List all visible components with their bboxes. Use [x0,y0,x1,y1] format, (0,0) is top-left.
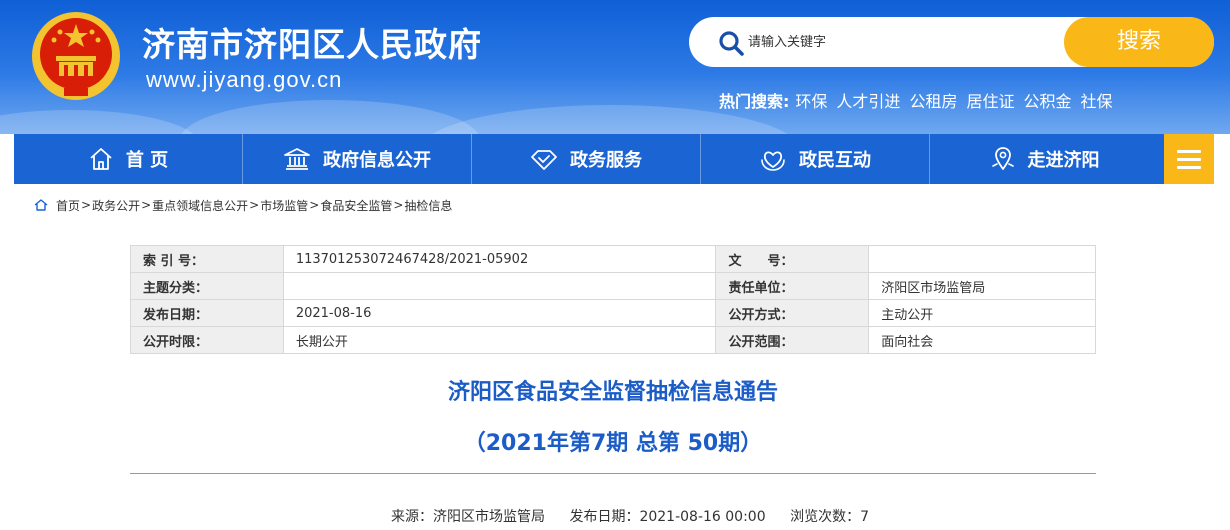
home-icon [34,199,48,211]
nav-item-about-jiyang[interactable]: 走进济阳 [930,134,1159,184]
breadcrumb-separator: > [141,198,152,212]
breadcrumb-separator: > [249,198,260,212]
national-emblem-logo [32,12,120,100]
heart-hands-icon [761,151,785,171]
breadcrumb-separator: > [81,198,92,212]
breadcrumb-separator: > [309,198,320,212]
breadcrumb-link-food-safety[interactable]: 食品安全监管 [320,197,392,214]
article-view-count: 浏览次数：7 [790,509,869,525]
disclosure-method-value: 主动公开 [868,299,1096,327]
index-number-label: 索 引 号： [130,245,284,273]
handshake-icon [531,150,557,170]
breadcrumb-link-home[interactable]: 首页 [56,197,80,214]
home-icon [90,148,112,170]
table-row: 主题分类： 责任单位： 济阳区市场监管局 [130,272,1096,300]
menu-bar [1177,165,1201,169]
menu-bar [1177,149,1201,153]
article-publish-date: 发布日期：2021-08-16 00:00 [569,509,766,525]
disclosure-period-value: 长期公开 [282,326,717,354]
topic-category-label: 主题分类： [130,272,284,300]
responsible-unit-label: 责任单位： [715,272,870,300]
breadcrumb-link-sampling-info[interactable]: 抽检信息 [404,197,452,214]
disclosure-period-label: 公开时限： [130,326,284,354]
hot-search-link-public-housing[interactable]: 公租房 [909,88,957,112]
search-button[interactable]: 搜索 [1064,17,1214,67]
header-cloud-decoration [0,110,200,134]
hot-search-link-housing-fund[interactable]: 公积金 [1023,88,1071,112]
nav-item-label: 首 页 [125,150,169,171]
table-row: 公开时限： 长期公开 公开范围： 面向社会 [130,326,1096,354]
disclosure-scope-label: 公开范围： [715,326,870,354]
nav-item-label: 政府信息公开 [323,150,431,171]
article-source: 来源：济阳区市场监管局 [391,509,545,525]
nav-item-government-services[interactable]: 政务服务 [472,134,701,184]
breadcrumb: 首页 > 政务公开 > 重点领域信息公开 > 市场监管 > 食品安全监管 > 抽… [34,196,452,214]
main-nav: 首 页 政府信息公开 政务服务 政民互动 走进济阳 [14,134,1214,184]
nav-item-home[interactable]: 首 页 [14,134,243,184]
document-info-table: 索 引 号： 113701253072467428/2021-05902 文 号… [130,245,1096,354]
location-pin-icon [991,147,1014,170]
government-building-icon [284,148,310,170]
breadcrumb-link-market-supervision[interactable]: 市场监管 [260,197,308,214]
title-divider [130,473,1096,474]
responsible-unit-value: 济阳区市场监管局 [868,272,1096,300]
search-icon [719,31,744,56]
nav-item-label: 政民互动 [799,150,871,171]
nav-item-label: 走进济阳 [1027,150,1100,171]
breadcrumb-link-key-areas[interactable]: 重点领域信息公开 [152,197,248,214]
hot-search-link-residence-permit[interactable]: 居住证 [966,88,1014,112]
menu-bar [1177,157,1201,161]
table-row: 发布日期： 2021-08-16 公开方式： 主动公开 [130,299,1096,327]
breadcrumb-separator: > [393,198,404,212]
site-title: 济南市济阳区人民政府 [142,25,482,64]
hamburger-menu-icon[interactable] [1164,134,1214,184]
search-input[interactable] [748,29,1048,55]
article-subtitle: （2021年第7期 总第 50期） [463,431,763,456]
nav-item-government-info[interactable]: 政府信息公开 [243,134,472,184]
hot-search-link-talent[interactable]: 人才引进 [836,88,900,112]
table-row: 索 引 号： 113701253072467428/2021-05902 文 号… [130,245,1096,273]
nav-item-public-interaction[interactable]: 政民互动 [701,134,930,184]
topic-category-value [282,272,717,300]
index-number-value: 113701253072467428/2021-05902 [282,245,717,273]
article-title: 济阳区食品安全监督抽检信息通告 [447,380,778,405]
hot-search-link-environment[interactable]: 环保 [795,88,827,112]
header-cloud-decoration [180,100,480,134]
publish-date-value: 2021-08-16 [282,299,717,327]
disclosure-method-label: 公开方式： [715,299,870,327]
publish-date-label: 发布日期： [130,299,284,327]
document-number-value [868,245,1096,273]
hot-search-link-social-security[interactable]: 社保 [1080,88,1112,112]
nav-item-label: 政务服务 [570,150,642,171]
site-url: www.jiyang.gov.cn [146,67,343,92]
article-meta: 来源：济阳区市场监管局 发布日期：2021-08-16 00:00 浏览次数：7 [130,506,1130,526]
hot-search-bar: 热门搜索: 环保 人才引进 公租房 居住证 公积金 社保 [719,89,1122,111]
document-number-label: 文 号： [715,245,870,273]
disclosure-scope-value: 面向社会 [868,326,1096,354]
breadcrumb-link-government-affairs[interactable]: 政务公开 [92,197,140,214]
hot-search-label: 热门搜索: [719,92,790,111]
